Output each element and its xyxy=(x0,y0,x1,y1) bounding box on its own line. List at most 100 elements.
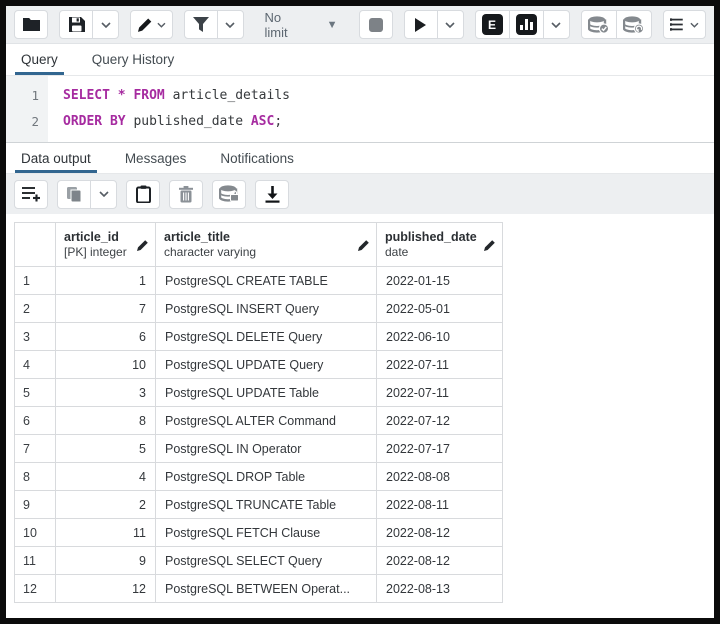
cell-article-title[interactable]: PostgreSQL ALTER Command xyxy=(156,407,377,435)
row-number-cell[interactable]: 2 xyxy=(15,295,56,323)
cell-published-date[interactable]: 2022-08-13 xyxy=(377,575,503,603)
cell-article-id[interactable]: 2 xyxy=(56,491,156,519)
cell-published-date[interactable]: 2022-08-12 xyxy=(377,547,503,575)
cell-published-date[interactable]: 2022-01-15 xyxy=(377,267,503,295)
tab-notifications[interactable]: Notifications xyxy=(218,143,296,173)
cell-article-title[interactable]: PostgreSQL DROP Table xyxy=(156,463,377,491)
cell-published-date[interactable]: 2022-07-11 xyxy=(377,351,503,379)
execute-button[interactable] xyxy=(404,10,438,39)
cell-article-id[interactable]: 5 xyxy=(56,435,156,463)
copy-button-group xyxy=(57,180,117,209)
cell-article-title[interactable]: PostgreSQL TRUNCATE Table xyxy=(156,491,377,519)
cell-article-title[interactable]: PostgreSQL BETWEEN Operat... xyxy=(156,575,377,603)
column-header-published-date[interactable]: published_date date xyxy=(377,223,503,267)
sql-line: SELECT * FROM article_details xyxy=(63,83,290,109)
cell-article-id[interactable]: 9 xyxy=(56,547,156,575)
save-menu-button[interactable] xyxy=(92,10,119,39)
cell-article-title[interactable]: PostgreSQL IN Operator xyxy=(156,435,377,463)
edit-button[interactable] xyxy=(130,10,173,39)
filter-button-group xyxy=(184,10,244,39)
copy-button[interactable] xyxy=(57,180,91,209)
cell-article-title[interactable]: PostgreSQL SELECT Query xyxy=(156,547,377,575)
select-caret-icon: ▼ xyxy=(327,19,338,31)
filter-button[interactable] xyxy=(184,10,218,39)
sql-editor[interactable]: 12 SELECT * FROM article_detailsORDER BY… xyxy=(6,76,714,142)
cell-article-id[interactable]: 3 xyxy=(56,379,156,407)
cell-article-id[interactable]: 11 xyxy=(56,519,156,547)
row-number-cell[interactable]: 5 xyxy=(15,379,56,407)
row-number-cell[interactable]: 1 xyxy=(15,267,56,295)
cell-article-id[interactable]: 8 xyxy=(56,407,156,435)
table-row: 410PostgreSQL UPDATE Query2022-07-11 xyxy=(15,351,503,379)
cancel-query-button[interactable] xyxy=(359,10,393,39)
sql-identifier: ; xyxy=(274,114,282,129)
cell-article-id[interactable]: 6 xyxy=(56,323,156,351)
row-number-cell[interactable]: 12 xyxy=(15,575,56,603)
macros-menu-button[interactable] xyxy=(663,10,707,39)
add-row-button[interactable] xyxy=(14,180,48,209)
output-tabs: Data output Messages Notifications xyxy=(6,142,714,174)
paste-button[interactable] xyxy=(126,180,160,209)
cell-article-title[interactable]: PostgreSQL CREATE TABLE xyxy=(156,267,377,295)
cell-article-id[interactable]: 12 xyxy=(56,575,156,603)
delete-row-button[interactable] xyxy=(169,180,203,209)
explain-button[interactable]: E xyxy=(475,10,510,39)
column-name: article_id xyxy=(64,229,127,245)
edit-column-icon[interactable] xyxy=(137,239,149,251)
execute-menu-button[interactable] xyxy=(437,10,464,39)
tab-messages[interactable]: Messages xyxy=(123,143,189,173)
row-number-cell[interactable]: 3 xyxy=(15,323,56,351)
cell-article-id[interactable]: 7 xyxy=(56,295,156,323)
cell-published-date[interactable]: 2022-08-12 xyxy=(377,519,503,547)
chevron-down-icon xyxy=(99,191,109,197)
open-file-button[interactable] xyxy=(14,10,48,39)
cell-published-date[interactable]: 2022-07-17 xyxy=(377,435,503,463)
edit-column-icon[interactable] xyxy=(358,239,370,251)
cell-published-date[interactable]: 2022-05-01 xyxy=(377,295,503,323)
filter-menu-button[interactable] xyxy=(217,10,244,39)
row-number-cell[interactable]: 10 xyxy=(15,519,56,547)
sql-code[interactable]: SELECT * FROM article_detailsORDER BY pu… xyxy=(48,76,290,142)
row-number-cell[interactable]: 8 xyxy=(15,463,56,491)
explain-menu-button[interactable] xyxy=(543,10,570,39)
cell-article-title[interactable]: PostgreSQL INSERT Query xyxy=(156,295,377,323)
table-row: 11PostgreSQL CREATE TABLE2022-01-15 xyxy=(15,267,503,295)
rollback-button[interactable] xyxy=(616,10,652,39)
cell-published-date[interactable]: 2022-07-12 xyxy=(377,407,503,435)
row-number-cell[interactable]: 7 xyxy=(15,435,56,463)
cell-published-date[interactable]: 2022-07-11 xyxy=(377,379,503,407)
column-header-article-title[interactable]: article_title character varying xyxy=(156,223,377,267)
row-number-cell[interactable]: 6 xyxy=(15,407,56,435)
cell-article-title[interactable]: PostgreSQL DELETE Query xyxy=(156,323,377,351)
cell-published-date[interactable]: 2022-08-08 xyxy=(377,463,503,491)
tab-data-output[interactable]: Data output xyxy=(19,143,93,173)
cell-article-id[interactable]: 4 xyxy=(56,463,156,491)
sql-keyword: * xyxy=(118,88,126,103)
cell-article-title[interactable]: PostgreSQL FETCH Clause xyxy=(156,519,377,547)
pencil-icon xyxy=(137,17,153,33)
download-results-button[interactable] xyxy=(255,180,289,209)
cell-article-title[interactable]: PostgreSQL UPDATE Query xyxy=(156,351,377,379)
cell-published-date[interactable]: 2022-08-11 xyxy=(377,491,503,519)
row-number-cell[interactable]: 11 xyxy=(15,547,56,575)
column-header-article-id[interactable]: article_id [PK] integer xyxy=(56,223,156,267)
save-file-button[interactable] xyxy=(59,10,93,39)
cell-article-id[interactable]: 1 xyxy=(56,267,156,295)
explain-analyze-button[interactable] xyxy=(509,10,544,39)
cell-article-title[interactable]: PostgreSQL UPDATE Table xyxy=(156,379,377,407)
play-icon xyxy=(415,18,426,32)
edit-column-icon[interactable] xyxy=(484,239,496,251)
table-row: 1212PostgreSQL BETWEEN Operat...2022-08-… xyxy=(15,575,503,603)
save-data-changes-button[interactable] xyxy=(212,180,246,209)
row-number-cell[interactable]: 9 xyxy=(15,491,56,519)
row-limit-select[interactable]: No limit ▼ xyxy=(255,10,348,39)
tab-query-history[interactable]: Query History xyxy=(90,44,177,75)
copy-menu-button[interactable] xyxy=(90,180,117,209)
row-number-cell[interactable]: 4 xyxy=(15,351,56,379)
cell-published-date[interactable]: 2022-06-10 xyxy=(377,323,503,351)
cell-article-id[interactable]: 10 xyxy=(56,351,156,379)
tab-query[interactable]: Query xyxy=(19,44,60,75)
table-row: 119PostgreSQL SELECT Query2022-08-12 xyxy=(15,547,503,575)
commit-button[interactable] xyxy=(581,10,617,39)
sql-identifier: article_details xyxy=(173,88,290,103)
